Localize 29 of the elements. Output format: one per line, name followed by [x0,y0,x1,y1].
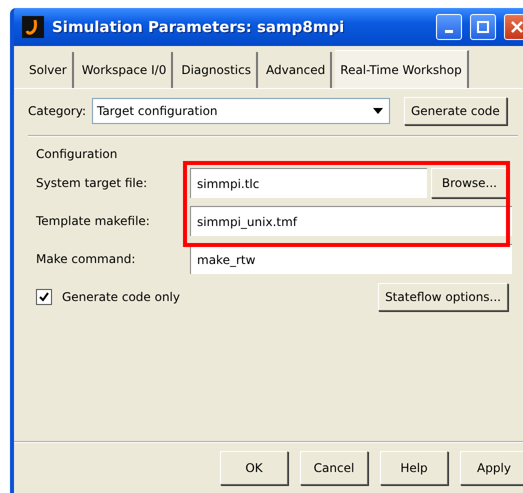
checkmark-icon [39,292,49,302]
generate-code-button[interactable]: Generate code [404,97,507,125]
group-heading: Configuration [36,147,118,161]
window-title: Simulation Parameters: samp8mpi [52,18,346,36]
dialog-button[interactable]: Help [380,451,448,485]
close-button[interactable] [504,14,523,40]
minimize-button[interactable] [436,14,462,40]
stateflow-options-button[interactable]: Stateflow options... [378,283,508,311]
maximize-icon [477,21,489,33]
browse-button[interactable]: Browse... [430,168,508,198]
minimize-icon [445,30,453,32]
checkbox-label: Generate code only [62,290,180,304]
dropdown-arrow-icon [372,108,383,114]
category-dropdown[interactable]: Target configuration [92,98,390,124]
dialog-button[interactable]: Cancel [300,451,368,485]
checkbox[interactable] [36,289,52,305]
field-label: System target file: [36,176,148,190]
app-logo-icon [22,16,44,38]
close-icon [511,21,523,33]
input-field[interactable]: make_rtw [190,244,512,274]
category-label: Category: [28,104,86,118]
field-label: Make command: [36,252,136,266]
input-field[interactable]: simmpi_unix.tmf [190,206,512,236]
tab[interactable]: Real-Time Workshop [335,50,469,88]
dialog-button[interactable]: Apply [460,451,523,485]
field-label: Template makefile: [36,214,151,228]
maximize-button[interactable] [470,14,496,40]
input-field[interactable]: simmpi.tlc [190,168,427,198]
dialog-button[interactable]: OK [220,451,288,485]
